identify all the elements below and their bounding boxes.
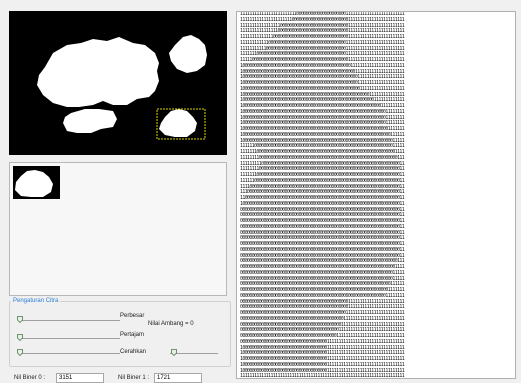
brighten-label: Cerahkan <box>120 349 147 355</box>
cropped-thumbnail <box>13 166 60 199</box>
binary-matrix-textbox[interactable]: 1111111111111111111111110000000000000000… <box>236 11 516 379</box>
brighten-slider-thumb-icon[interactable] <box>17 349 23 356</box>
sharpen-slider-thumb-icon[interactable] <box>17 334 23 341</box>
binary-one-label: Nil Biner 1 : <box>118 375 150 381</box>
sharpen-slider-track <box>18 338 120 339</box>
threshold-slider-thumb-icon[interactable] <box>171 349 177 356</box>
cropped-blob-shape <box>15 170 53 197</box>
brighten-slider-track <box>18 353 120 354</box>
cropped-preview-panel <box>9 162 227 296</box>
matrix-row: 1111111111111111111111111111111111111111… <box>240 373 405 379</box>
zoom-slider-track <box>18 320 120 321</box>
threshold-slider-track <box>170 353 218 354</box>
binary-one-field[interactable]: 1721 <box>154 373 202 383</box>
binary-image-canvas <box>9 11 227 155</box>
binary-zero-field[interactable]: 3151 <box>56 373 104 383</box>
left-panel: Pengaturan Citra Perbesar Nilai Ambang =… <box>0 0 236 383</box>
binary-image-preview <box>9 11 227 155</box>
binary-zero-label: Nil Biner 0 : <box>14 375 46 381</box>
threshold-label: Nilai Ambang = 0 <box>148 321 194 327</box>
cropped-thumbnail-canvas <box>15 170 53 197</box>
sharpen-label: Pertajam <box>120 332 145 338</box>
zoom-label: Perbesar <box>120 313 145 319</box>
zoom-slider-thumb-icon[interactable] <box>17 316 23 323</box>
image-settings-title: Pengaturan Citra <box>11 298 61 304</box>
